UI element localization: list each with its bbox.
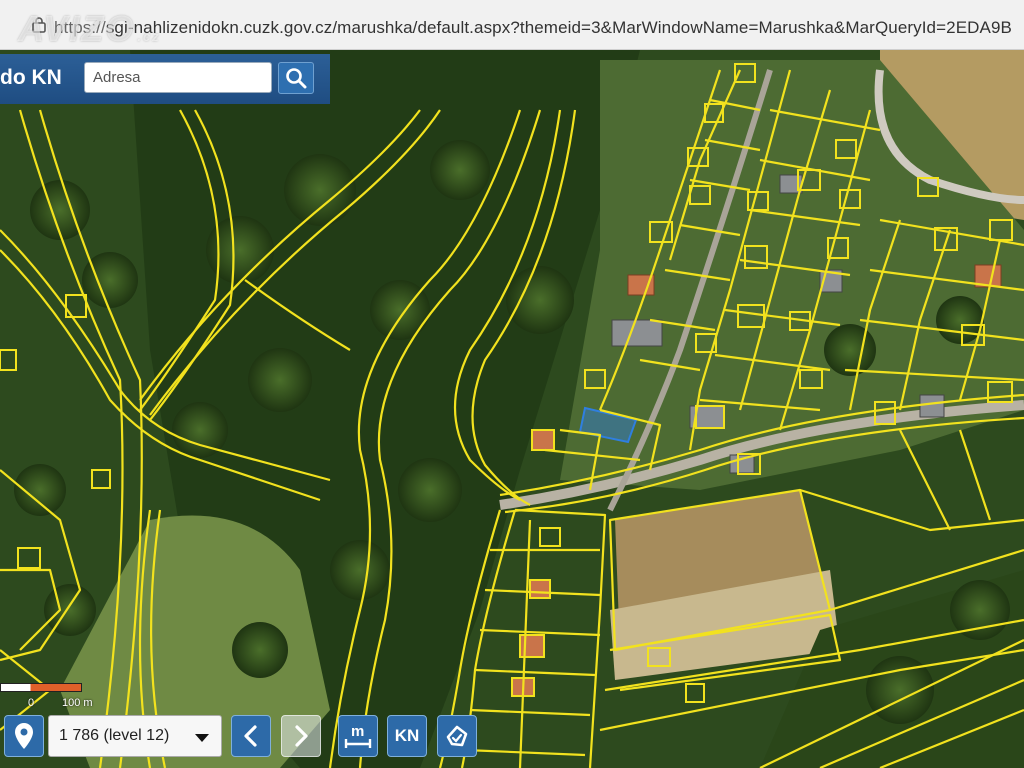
scale-bar <box>0 683 82 692</box>
site-watermark: AVIZO .cz <box>18 8 161 50</box>
scale-label-start: 0 <box>28 697 35 709</box>
back-button[interactable] <box>231 715 271 757</box>
kn-label: KN <box>394 726 420 745</box>
zoom-level-value: 1 786 (level 12) <box>59 727 170 744</box>
svg-text:m: m <box>351 723 364 740</box>
watermark-suffix: .cz <box>137 29 161 44</box>
cadastral-map[interactable] <box>0 50 1024 768</box>
chevron-down-icon <box>195 734 209 742</box>
locate-button[interactable] <box>4 715 44 757</box>
url-path: sgi-nahlizenidokn.cuzk.gov.cz/marushka/d… <box>105 18 1012 37</box>
app-title: do KN <box>0 66 62 89</box>
chevron-left-icon <box>244 725 257 747</box>
search-button[interactable] <box>278 62 314 94</box>
watermark-text: AVIZO <box>18 8 136 49</box>
location-pin-icon <box>15 723 33 749</box>
chevron-right-icon <box>295 725 308 747</box>
polygon-select-button[interactable] <box>437 715 477 757</box>
url-text[interactable]: https://sgi-nahlizenidokn.cuzk.gov.cz/ma… <box>54 18 1012 38</box>
forward-button[interactable] <box>281 715 321 757</box>
measure-icon: m <box>344 723 372 748</box>
zoom-level-select[interactable]: 1 786 (level 12) <box>48 715 222 757</box>
address-search-box[interactable] <box>84 62 272 93</box>
measure-button[interactable]: m <box>338 715 378 757</box>
polygon-icon <box>446 725 468 747</box>
scale-label-end: 100 m <box>62 697 93 709</box>
map-canvas[interactable] <box>0 50 1024 768</box>
kn-button[interactable]: KN <box>387 715 427 757</box>
search-icon <box>286 68 307 89</box>
address-search-input[interactable] <box>85 63 271 92</box>
